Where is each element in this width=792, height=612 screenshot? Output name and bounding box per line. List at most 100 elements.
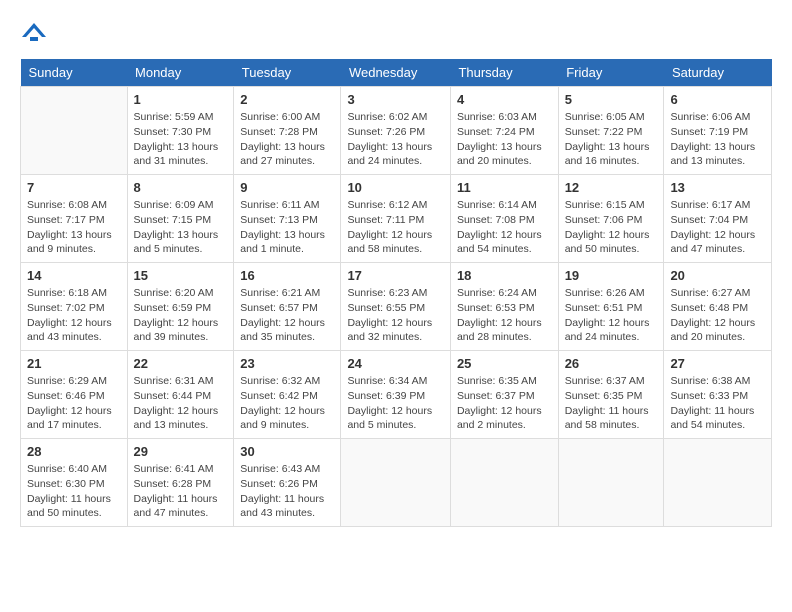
day-info: Sunrise: 6:20 AM Sunset: 6:59 PM Dayligh… [134,286,228,345]
day-number: 30 [240,444,334,459]
day-number: 1 [134,92,228,107]
day-number: 27 [670,356,765,371]
day-info: Sunrise: 6:32 AM Sunset: 6:42 PM Dayligh… [240,374,334,433]
day-info: Sunrise: 6:24 AM Sunset: 6:53 PM Dayligh… [457,286,552,345]
day-number: 28 [27,444,121,459]
day-info: Sunrise: 6:14 AM Sunset: 7:08 PM Dayligh… [457,198,552,257]
day-number: 8 [134,180,228,195]
day-number: 3 [347,92,444,107]
weekday-header-wednesday: Wednesday [341,59,451,87]
day-info: Sunrise: 6:02 AM Sunset: 7:26 PM Dayligh… [347,110,444,169]
calendar-cell: 30 Sunrise: 6:43 AM Sunset: 6:26 PM Dayli… [234,439,341,527]
day-number: 10 [347,180,444,195]
calendar-cell: 4 Sunrise: 6:03 AM Sunset: 7:24 PM Daylig… [450,87,558,175]
logo [20,20,46,49]
calendar-cell: 14 Sunrise: 6:18 AM Sunset: 7:02 PM Dayli… [21,263,128,351]
calendar-cell: 5Sunrise: 6:05 AM Sunset: 7:22 PM Daylig… [558,87,664,175]
day-number: 22 [134,356,228,371]
calendar-cell: 1 Sunrise: 5:59 AM Sunset: 7:30 PM Daylig… [127,87,234,175]
day-info: Sunrise: 6:11 AM Sunset: 7:13 PM Dayligh… [240,198,334,257]
day-number: 5 [565,92,658,107]
day-number: 7 [27,180,121,195]
calendar-cell: 29 Sunrise: 6:41 AM Sunset: 6:28 PM Dayli… [127,439,234,527]
calendar-cell: 6 Sunrise: 6:06 AM Sunset: 7:19 PM Daylig… [664,87,772,175]
calendar-cell: 27Sunrise: 6:38 AM Sunset: 6:33 PM Dayli… [664,351,772,439]
day-info: Sunrise: 6:23 AM Sunset: 6:55 PM Dayligh… [347,286,444,345]
calendar-cell: 21 Sunrise: 6:29 AM Sunset: 6:46 PM Dayli… [21,351,128,439]
calendar-cell: 17 Sunrise: 6:23 AM Sunset: 6:55 PM Dayli… [341,263,451,351]
day-number: 4 [457,92,552,107]
day-info: Sunrise: 6:12 AM Sunset: 7:11 PM Dayligh… [347,198,444,257]
day-number: 17 [347,268,444,283]
calendar-cell: 3 Sunrise: 6:02 AM Sunset: 7:26 PM Daylig… [341,87,451,175]
day-info: Sunrise: 6:35 AM Sunset: 6:37 PM Dayligh… [457,374,552,433]
day-number: 20 [670,268,765,283]
day-info: Sunrise: 5:59 AM Sunset: 7:30 PM Dayligh… [134,110,228,169]
day-info: Sunrise: 6:06 AM Sunset: 7:19 PM Dayligh… [670,110,765,169]
calendar-cell: 15 Sunrise: 6:20 AM Sunset: 6:59 PM Dayli… [127,263,234,351]
calendar-cell: 28 Sunrise: 6:40 AM Sunset: 6:30 PM Dayli… [21,439,128,527]
day-number: 9 [240,180,334,195]
calendar-cell: 24 Sunrise: 6:34 AM Sunset: 6:39 PM Dayli… [341,351,451,439]
calendar-cell: 19 Sunrise: 6:26 AM Sunset: 6:51 PM Dayli… [558,263,664,351]
day-number: 19 [565,268,658,283]
day-info: Sunrise: 6:27 AM Sunset: 6:48 PM Dayligh… [670,286,765,345]
calendar-cell [341,439,451,527]
calendar-cell: 23 Sunrise: 6:32 AM Sunset: 6:42 PM Dayli… [234,351,341,439]
calendar-cell [664,439,772,527]
calendar-cell: 7Sunrise: 6:08 AM Sunset: 7:17 PM Daylig… [21,175,128,263]
day-info: Sunrise: 6:00 AM Sunset: 7:28 PM Dayligh… [240,110,334,169]
calendar-cell: 22 Sunrise: 6:31 AM Sunset: 6:44 PM Dayli… [127,351,234,439]
calendar-cell: 16 Sunrise: 6:21 AM Sunset: 6:57 PM Dayli… [234,263,341,351]
day-number: 6 [670,92,765,107]
calendar-cell: 25 Sunrise: 6:35 AM Sunset: 6:37 PM Dayli… [450,351,558,439]
calendar-cell: 12 Sunrise: 6:15 AM Sunset: 7:06 PM Dayli… [558,175,664,263]
day-info: Sunrise: 6:29 AM Sunset: 6:46 PM Dayligh… [27,374,121,433]
calendar-cell: 8 Sunrise: 6:09 AM Sunset: 7:15 PM Daylig… [127,175,234,263]
day-number: 23 [240,356,334,371]
calendar-cell: 11 Sunrise: 6:14 AM Sunset: 7:08 PM Dayli… [450,175,558,263]
day-info: Sunrise: 6:41 AM Sunset: 6:28 PM Dayligh… [134,462,228,521]
calendar-cell: 2 Sunrise: 6:00 AM Sunset: 7:28 PM Daylig… [234,87,341,175]
weekday-header-sunday: Sunday [21,59,128,87]
weekday-header-thursday: Thursday [450,59,558,87]
calendar-cell: 10 Sunrise: 6:12 AM Sunset: 7:11 PM Dayli… [341,175,451,263]
weekday-header-saturday: Saturday [664,59,772,87]
calendar-cell: 9 Sunrise: 6:11 AM Sunset: 7:13 PM Daylig… [234,175,341,263]
day-number: 15 [134,268,228,283]
day-info: Sunrise: 6:34 AM Sunset: 6:39 PM Dayligh… [347,374,444,433]
day-number: 24 [347,356,444,371]
day-info: Sunrise: 6:18 AM Sunset: 7:02 PM Dayligh… [27,286,121,345]
day-info: Sunrise: 6:31 AM Sunset: 6:44 PM Dayligh… [134,374,228,433]
calendar-cell [450,439,558,527]
day-info: Sunrise: 6:17 AM Sunset: 7:04 PM Dayligh… [670,198,765,257]
day-info: Sunrise: 6:40 AM Sunset: 6:30 PM Dayligh… [27,462,121,521]
day-number: 26 [565,356,658,371]
calendar-cell: 13 Sunrise: 6:17 AM Sunset: 7:04 PM Dayli… [664,175,772,263]
weekday-header-tuesday: Tuesday [234,59,341,87]
day-number: 16 [240,268,334,283]
page-header [20,20,772,49]
day-number: 18 [457,268,552,283]
day-number: 29 [134,444,228,459]
day-info: Sunrise: 6:26 AM Sunset: 6:51 PM Dayligh… [565,286,658,345]
weekday-header-friday: Friday [558,59,664,87]
day-info: Sunrise: 6:43 AM Sunset: 6:26 PM Dayligh… [240,462,334,521]
day-number: 11 [457,180,552,195]
day-number: 25 [457,356,552,371]
day-info: Sunrise: 6:03 AM Sunset: 7:24 PM Dayligh… [457,110,552,169]
day-number: 13 [670,180,765,195]
day-number: 21 [27,356,121,371]
day-number: 12 [565,180,658,195]
calendar-cell [21,87,128,175]
day-info: Sunrise: 6:21 AM Sunset: 6:57 PM Dayligh… [240,286,334,345]
calendar-cell [558,439,664,527]
logo-icon [22,20,46,44]
day-number: 14 [27,268,121,283]
day-info: Sunrise: 6:15 AM Sunset: 7:06 PM Dayligh… [565,198,658,257]
day-number: 2 [240,92,334,107]
day-info: Sunrise: 6:09 AM Sunset: 7:15 PM Dayligh… [134,198,228,257]
calendar-cell: 20 Sunrise: 6:27 AM Sunset: 6:48 PM Dayli… [664,263,772,351]
day-info: Sunrise: 6:37 AM Sunset: 6:35 PM Dayligh… [565,374,658,433]
calendar-cell: 18 Sunrise: 6:24 AM Sunset: 6:53 PM Dayli… [450,263,558,351]
